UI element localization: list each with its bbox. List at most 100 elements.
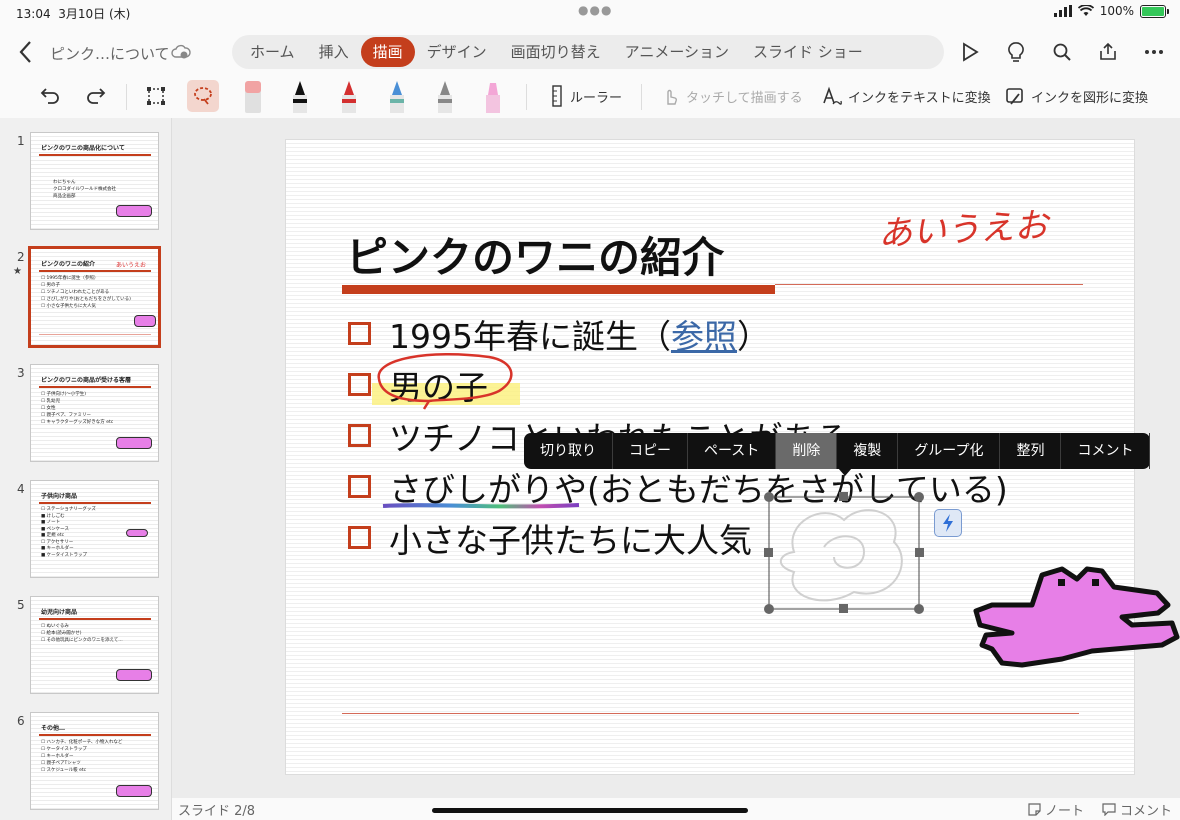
comments-button[interactable]: コメント (1102, 800, 1172, 819)
thumbnail-text: ☐ 子供向け(～小学生) ☐ 乳幼児 ☐ 女性 ☐ 親子ペア、ファミリー ☐ キャラクタ… (41, 392, 114, 425)
tab-home[interactable]: ホーム (238, 37, 307, 67)
slide-thumbnail-pane[interactable]: 1 ピンクのワニの商品化について わにちゃん クロコダイルワールド株式会社 商品企画… (0, 118, 172, 820)
wifi-icon (1077, 5, 1094, 16)
lasso-select-icon[interactable] (187, 76, 219, 116)
pink-crocodile-drawing[interactable] (972, 565, 1180, 680)
slide-title[interactable]: ピンクのワニの紹介 (346, 224, 724, 285)
ruler-icon (552, 85, 562, 107)
bullet-item[interactable]: 男の子 (348, 352, 1008, 410)
context-cut[interactable]: 切り取り (524, 433, 613, 469)
context-arrange[interactable]: 整列 (1000, 433, 1062, 469)
thumbnail-image[interactable]: 幼児向け商品 ☐ ぬいぐるみ ☐ 絵本(読み聞かせ) ☐ その他玩具にピンクのワニを… (30, 596, 159, 694)
title-actions (956, 38, 1168, 66)
status-right: 100% (1053, 4, 1169, 18)
redo-icon[interactable] (82, 76, 110, 116)
undo-icon[interactable] (36, 76, 64, 116)
ruler-button[interactable]: ルーラー (550, 76, 622, 116)
croc-drawing (126, 529, 148, 537)
thumbnail-title: その他… (41, 725, 66, 732)
ink-to-shape-icon (1006, 88, 1023, 105)
multitasking-dots-icon[interactable]: ●●● (578, 3, 612, 17)
lightbulb-icon[interactable] (1002, 38, 1030, 66)
divider (126, 84, 127, 110)
document-title[interactable]: ピンク…について (50, 43, 170, 64)
comments-label: コメント (1119, 804, 1172, 819)
context-menu-pointer (838, 468, 852, 476)
select-objects-icon[interactable] (142, 76, 170, 116)
play-icon[interactable] (956, 38, 984, 66)
thumbnail-slide-2[interactable]: 2 ★ ピンクのワニの紹介 あいうえお ☐ 1995年春に誕生（参照） ☐ 男の子… (0, 234, 172, 348)
thumbnail-title: 幼児向け商品 (41, 609, 78, 616)
thumbnail-text: ☐ ハンカチ、化粧ポーチ、小物入れなど ☐ ケータイストラップ ☐ キーホルダー ☐ … (41, 740, 123, 773)
thumbnail-slide-1[interactable]: 1 ピンクのワニの商品化について わにちゃん クロコダイルワールド株式会社 商品企画… (0, 118, 172, 230)
footer-actions: ノート コメント (1028, 800, 1172, 819)
checkbox-bullet-icon (348, 373, 371, 396)
selected-ink-drawing[interactable] (764, 492, 924, 614)
thumbnail-image[interactable]: 子供向け商品 ☐ ステーショナリーグッズ ■ けしごむ ■ ノート ■ ペンケー… (30, 480, 159, 578)
more-icon[interactable] (1140, 38, 1168, 66)
ink-to-shape-button[interactable]: インクを図形に変換 (1005, 76, 1148, 116)
search-icon[interactable] (1048, 38, 1076, 66)
touch-hand-icon (667, 89, 678, 105)
share-icon[interactable] (1094, 38, 1122, 66)
lightning-icon[interactable] (934, 509, 962, 537)
tab-design[interactable]: デザイン (415, 37, 499, 67)
context-paste[interactable]: ペースト (688, 433, 777, 469)
home-indicator[interactable] (432, 808, 748, 813)
red-circle-ink[interactable] (369, 349, 519, 411)
tab-insert[interactable]: 挿入 (307, 37, 361, 67)
notes-button[interactable]: ノート (1028, 800, 1084, 819)
tab-animations[interactable]: アニメーション (613, 37, 741, 67)
touch-draw-button[interactable]: タッチして描画する (660, 76, 803, 116)
handwritten-ink-text[interactable]: あいうえお (877, 198, 1049, 256)
context-comment[interactable]: コメント (1061, 433, 1151, 469)
reference-link[interactable]: 参照 (671, 317, 737, 356)
cloud-sync-icon[interactable] (171, 42, 191, 62)
touch-draw-label: タッチして描画する (686, 90, 803, 106)
context-duplicate[interactable]: 複製 (837, 433, 899, 469)
context-group[interactable]: グループ化 (898, 433, 1001, 469)
ribbon-tabs: ホーム 挿入 描画 デザイン 画面切り替え アニメーション スライド ショー (232, 35, 944, 69)
thumbnail-red-bar (39, 734, 151, 736)
thumbnail-title: 子供向け商品 (41, 493, 78, 500)
context-copy[interactable]: コピー (613, 433, 688, 469)
thumbnail-title: ピンクのワニの商品が受ける客層 (41, 377, 132, 384)
tab-transitions[interactable]: 画面切り替え (499, 37, 613, 67)
galaxy-pen-icon[interactable] (384, 76, 410, 116)
thumbnail-slide-3[interactable]: 3 ピンクのワニの商品が受ける客層 ☐ 子供向け(～小学生) ☐ 乳幼児 ☐ 女性 ☐… (0, 350, 172, 462)
croc-drawing (116, 785, 152, 797)
thumbnail-slide-6[interactable]: 6 その他… ☐ ハンカチ、化粧ポーチ、小物入れなど ☐ ケータイストラップ ☐ キ… (0, 698, 172, 810)
black-pen-icon[interactable] (287, 76, 313, 116)
bullet-text[interactable]: 小さな子供たちに大人気 (389, 514, 752, 562)
thumbnail-image-selected[interactable]: ピンクのワニの紹介 あいうえお ☐ 1995年春に誕生（参照） ☐ 男の子 ☐ ツチ… (28, 246, 161, 348)
thumbnail-slide-4[interactable]: 4 子供向け商品 ☐ ステーショナリーグッズ ■ けしごむ ■ ノート ■ ペン… (0, 466, 172, 578)
thumbnail-number: 4 (17, 482, 25, 496)
red-pen-icon[interactable] (336, 76, 362, 116)
tab-draw[interactable]: 描画 (360, 37, 415, 67)
thumbnail-red-bar (39, 502, 151, 504)
title-underline (342, 285, 775, 294)
title-underline-thin (775, 284, 1083, 285)
thumbnail-image[interactable]: ピンクのワニの商品が受ける客層 ☐ 子供向け(～小学生) ☐ 乳幼児 ☐ 女性 ☐ 親… (30, 364, 159, 462)
ink-to-text-button[interactable]: インクをテキストに変換 (822, 76, 991, 116)
context-delete[interactable]: 削除 (776, 433, 838, 469)
thumbnail-number: 6 (17, 714, 25, 728)
notes-icon (1028, 803, 1041, 816)
notes-label: ノート (1044, 804, 1084, 819)
galaxy-ink-underline[interactable] (381, 501, 581, 511)
thumbnail-image[interactable]: その他… ☐ ハンカチ、化粧ポーチ、小物入れなど ☐ ケータイストラップ ☐ キーホ… (30, 712, 159, 810)
thumbnail-image[interactable]: ピンクのワニの商品化について わにちゃん クロコダイルワールド株式会社 商品企画部 (30, 132, 159, 230)
tab-slideshow[interactable]: スライド ショー (741, 37, 875, 67)
title-bar: ピンク…について ホーム 挿入 描画 デザイン 画面切り替え アニメーション ス… (0, 30, 1180, 74)
bullet-text[interactable]: 男の子 (372, 352, 520, 410)
pencil-icon[interactable] (432, 76, 458, 116)
highlighter-icon[interactable] (480, 76, 506, 116)
thumbnail-red-bar (39, 270, 151, 272)
thumbnail-slide-5[interactable]: 5 幼児向け商品 ☐ ぬいぐるみ ☐ 絵本(読み聞かせ) ☐ その他玩具にピンクのワ… (0, 582, 172, 694)
divider (526, 84, 527, 110)
footer-line (342, 713, 1079, 714)
croc-drawing (116, 205, 152, 217)
eraser-icon[interactable] (240, 76, 266, 116)
thumbnail-title: ピンクのワニの紹介 (41, 261, 96, 268)
back-chevron-icon[interactable] (14, 38, 38, 66)
